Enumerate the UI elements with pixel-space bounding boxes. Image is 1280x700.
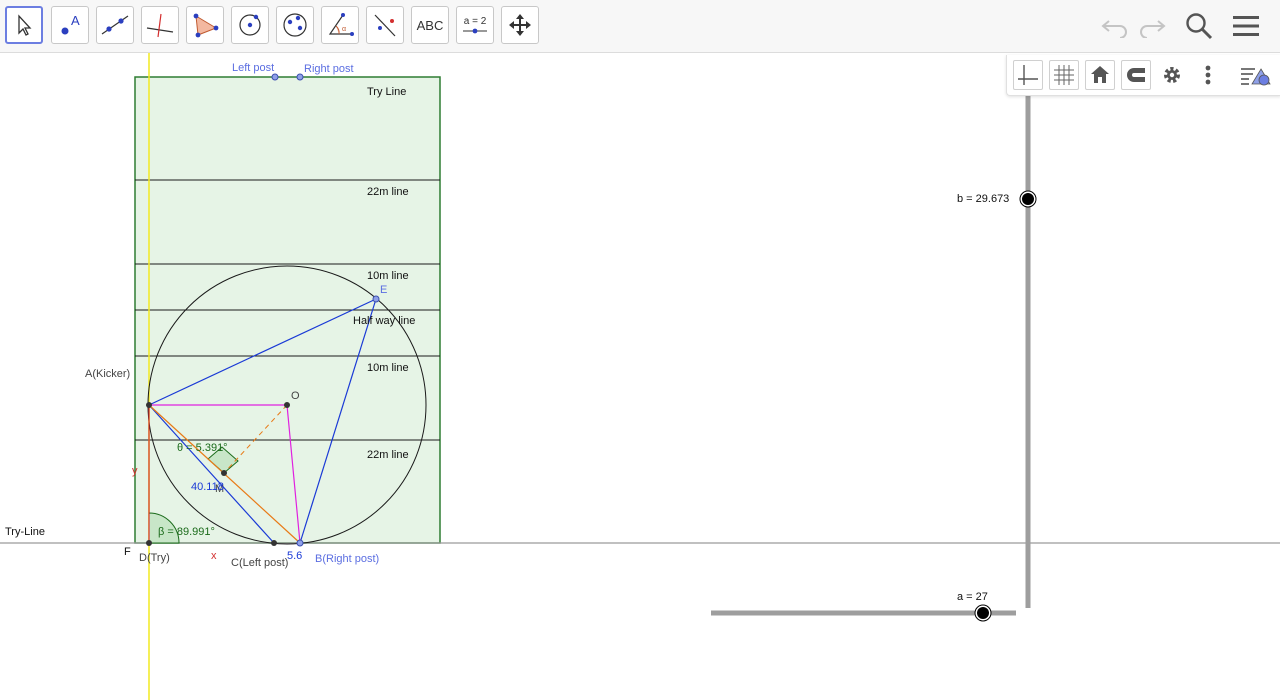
label-post-gap: 5.6	[287, 550, 302, 562]
slider-b-handle[interactable]	[1022, 193, 1034, 205]
label-y: y	[132, 465, 138, 477]
reflect-tool-button[interactable]	[366, 6, 404, 44]
style-bar	[1006, 55, 1280, 96]
more-options-button[interactable]	[1193, 60, 1223, 90]
undo-icon	[1101, 20, 1127, 38]
point-O[interactable]	[284, 402, 290, 408]
slider-a-handle[interactable]	[977, 607, 989, 619]
polygon-icon	[193, 13, 219, 38]
point-A[interactable]	[146, 402, 152, 408]
home-icon	[1091, 66, 1109, 83]
label-distance: 40.118	[191, 481, 224, 493]
reflect-icon	[374, 14, 396, 37]
label-point-F: F	[124, 546, 131, 558]
toolbar: A α ABC a = 2	[0, 0, 1280, 53]
label-right-post: Right post	[304, 63, 354, 75]
perpendicular-line-icon	[146, 13, 174, 38]
label-point-C: C(Left post)	[231, 557, 288, 569]
standard-view-button[interactable]	[1085, 60, 1115, 90]
angle-icon: α	[328, 13, 354, 36]
grid-icon	[1054, 65, 1074, 85]
more-vert-icon	[1205, 65, 1211, 85]
point-E[interactable]	[372, 295, 380, 303]
slider-a-label: a = 27	[957, 591, 988, 603]
label-10m-line-bottom: 10m line	[367, 362, 409, 374]
label-point-B: B(Right post)	[315, 553, 379, 565]
point-C[interactable]	[271, 540, 277, 546]
line-icon	[101, 15, 129, 35]
slider-tool-button[interactable]: a = 2	[456, 6, 494, 44]
point-D[interactable]	[146, 540, 152, 546]
text-tool-label: ABC	[416, 17, 444, 33]
graphics-settings-button[interactable]	[1157, 60, 1187, 90]
label-22m-line-top: 22m line	[367, 186, 409, 198]
label-22m-line-bottom: 22m line	[367, 449, 409, 461]
label-beta: β = 89.991°	[158, 526, 215, 538]
circle-tool-button[interactable]	[231, 6, 269, 44]
label-theta: θ = 5.391°	[177, 442, 228, 454]
redo-button[interactable]	[1135, 9, 1169, 43]
magnet-icon	[1127, 68, 1145, 82]
label-x: x	[211, 550, 217, 562]
text-tool-button[interactable]: ABC	[411, 6, 449, 44]
point-tool-button[interactable]: A	[51, 6, 89, 44]
point-right-post[interactable]	[296, 73, 304, 81]
ellipse-tool-button[interactable]	[276, 6, 314, 44]
menu-icon	[1233, 16, 1259, 36]
graphics-view[interactable]: Try Line 22m line 10m line Half way line…	[0, 53, 1280, 700]
point-M[interactable]	[221, 470, 227, 476]
slider-icon	[463, 28, 487, 33]
label-half-way-line: Half way line	[353, 315, 415, 327]
label-try-line: Try Line	[367, 86, 406, 98]
label-point-O: O	[291, 390, 300, 402]
line-tool-button[interactable]	[96, 6, 134, 44]
polygon-tool-button[interactable]	[186, 6, 224, 44]
toggle-grid-button[interactable]	[1049, 60, 1079, 90]
svg-text:α: α	[342, 26, 346, 33]
label-point-D: D(Try)	[139, 552, 170, 564]
move-tool-button[interactable]	[5, 6, 43, 44]
point-B[interactable]	[296, 539, 304, 547]
axes-icon	[1018, 65, 1038, 85]
point-left-post[interactable]	[271, 73, 279, 81]
label-point-A: A(Kicker)	[85, 368, 130, 380]
circle-icon	[239, 14, 261, 36]
algebra-toggle-icon	[1241, 68, 1271, 86]
slider-tool-label: a = 2	[463, 15, 487, 27]
toggle-axes-button[interactable]	[1013, 60, 1043, 90]
slider-tool-graphic: a = 2	[461, 16, 489, 35]
undo-button[interactable]	[1098, 9, 1132, 43]
slider-b-label: b = 29.673	[957, 193, 1009, 205]
cursor-arrow-icon	[18, 14, 32, 36]
perpendicular-line-tool-button[interactable]	[141, 6, 179, 44]
search-button[interactable]	[1182, 9, 1216, 43]
gear-icon	[1164, 67, 1180, 83]
label-try-line-axis: Try-Line	[5, 526, 45, 538]
search-icon	[1186, 13, 1213, 40]
redo-icon	[1140, 20, 1166, 38]
point-icon: A	[61, 13, 80, 35]
point-capturing-button[interactable]	[1121, 60, 1151, 90]
label-10m-line-top: 10m line	[367, 270, 409, 282]
ellipse-icon	[283, 13, 307, 37]
angle-tool-button[interactable]: α	[321, 6, 359, 44]
move-graphics-view-tool-button[interactable]	[501, 6, 539, 44]
main-menu-button[interactable]	[1229, 9, 1263, 43]
move-arrows-icon	[509, 14, 531, 36]
label-point-E: E	[380, 284, 387, 296]
label-left-post: Left post	[232, 62, 274, 74]
svg-text:A: A	[71, 13, 80, 28]
toggle-algebra-button[interactable]	[1237, 60, 1277, 90]
